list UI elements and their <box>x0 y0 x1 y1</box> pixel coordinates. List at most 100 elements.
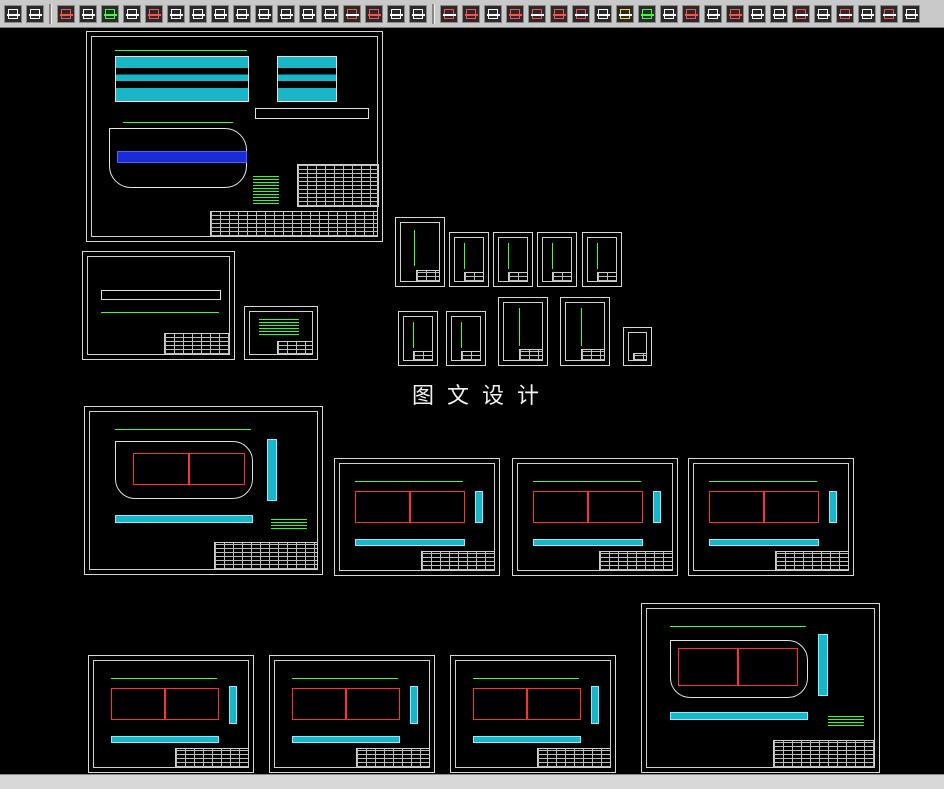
title-block <box>464 272 484 282</box>
part-sheet-a2[interactable] <box>449 232 489 287</box>
title-block <box>552 272 572 282</box>
technical-notes <box>271 517 307 529</box>
part-sheet-a1[interactable] <box>395 217 445 287</box>
arrow-right-icon[interactable] <box>594 4 612 23</box>
rectangle-flag-icon[interactable] <box>462 4 480 23</box>
crop-icon[interactable] <box>770 4 788 23</box>
part-sheet-b2[interactable] <box>446 311 486 366</box>
grid-icon[interactable] <box>299 4 317 23</box>
dimension-line <box>413 322 414 348</box>
title-block <box>277 341 313 355</box>
title-block <box>356 748 430 768</box>
plate-sheet-r2-2[interactable] <box>512 458 678 576</box>
part-sheet-b5[interactable] <box>623 327 652 366</box>
red-cavity-outline <box>678 648 798 686</box>
list-icon[interactable] <box>167 4 185 23</box>
zigzag-icon[interactable] <box>572 4 590 23</box>
part-sheet-a3[interactable] <box>493 232 533 287</box>
vertical-split-icon[interactable] <box>836 4 854 23</box>
plate-sheet-large-2[interactable] <box>641 603 880 773</box>
table-tool-icon[interactable] <box>4 4 22 23</box>
cross-axis-icon[interactable] <box>440 4 458 23</box>
title-block <box>210 211 378 237</box>
list-flag-icon[interactable] <box>638 4 656 23</box>
dimension-line <box>581 308 582 346</box>
red-cavity-outline <box>355 491 465 523</box>
triangle-icon[interactable] <box>660 4 678 23</box>
chevron-up-icon[interactable] <box>682 4 700 23</box>
bar-graph-icon[interactable] <box>550 4 568 23</box>
part-sheet-b4[interactable] <box>560 297 610 366</box>
wave-line-icon[interactable] <box>528 4 546 23</box>
cad-toolbar <box>0 0 944 28</box>
slash-icon[interactable] <box>726 4 744 23</box>
linear-dimension-icon[interactable] <box>123 4 141 23</box>
plate-sheet-r2-1[interactable] <box>334 458 500 576</box>
plate-bottom-section <box>111 736 219 743</box>
strip-layout-sheet[interactable] <box>82 251 235 360</box>
diagonal-cut-icon[interactable] <box>858 4 876 23</box>
diagonal-arrow-icon[interactable] <box>484 4 502 23</box>
plate-side-view <box>818 634 828 696</box>
part-sheet-a4[interactable] <box>537 232 577 287</box>
part-sheet-a5[interactable] <box>582 232 622 287</box>
column-icon[interactable] <box>233 4 251 23</box>
assembly-drawing-sheet[interactable] <box>86 31 383 242</box>
plate-sheet-large-1[interactable] <box>84 406 323 575</box>
dimension-style-icon[interactable] <box>79 4 97 23</box>
section-icon[interactable] <box>277 4 295 23</box>
title-block <box>775 551 849 571</box>
drawing-canvas[interactable]: 图文设计 <box>0 29 944 774</box>
dimension-line <box>292 678 398 679</box>
hatch-pattern-icon[interactable] <box>57 4 75 23</box>
plate-bottom-section <box>473 736 581 743</box>
plate-side-view <box>653 491 661 523</box>
plate-bottom-section <box>533 539 643 546</box>
toolbar-separator <box>432 3 435 24</box>
small-notes-sheet[interactable] <box>244 306 318 360</box>
plate-side-view <box>267 439 277 501</box>
title-block <box>416 270 440 282</box>
chevron-diagonal-icon[interactable] <box>506 4 524 23</box>
dimension-line <box>101 312 219 313</box>
corner-icon[interactable] <box>880 4 898 23</box>
frame-icon[interactable] <box>211 4 229 23</box>
angle-icon[interactable] <box>748 4 766 23</box>
dimension-line <box>508 243 509 269</box>
dimension-line <box>464 243 465 269</box>
technical-notes <box>259 319 299 335</box>
fork-icon[interactable] <box>189 4 207 23</box>
plate-sheet-r3-2[interactable] <box>269 655 435 773</box>
fork-down-icon[interactable] <box>387 4 405 23</box>
dimension-line <box>519 308 520 346</box>
dimension-line <box>461 322 462 348</box>
circle-mark-icon[interactable] <box>145 4 163 23</box>
plate-sheet-r2-3[interactable] <box>688 458 854 576</box>
part-sheet-b3[interactable] <box>498 297 548 366</box>
rotate-icon[interactable] <box>792 4 810 23</box>
title-block <box>519 349 543 361</box>
plate-side-view <box>829 491 837 523</box>
text-style-icon[interactable] <box>26 4 44 23</box>
technical-notes <box>253 174 279 204</box>
extend-icon[interactable] <box>902 4 920 23</box>
bracket-icon[interactable] <box>409 4 427 23</box>
plate-side-view <box>475 491 483 523</box>
plate-sheet-r3-3[interactable] <box>450 655 616 773</box>
split-icon[interactable] <box>321 4 339 23</box>
layer-icon[interactable] <box>101 4 119 23</box>
target-icon[interactable] <box>365 4 383 23</box>
stairs-icon[interactable] <box>616 4 634 23</box>
watermark-text: 图文设计 <box>412 384 553 409</box>
red-cavity-outline <box>292 688 400 720</box>
gear-symbol-icon[interactable] <box>343 4 361 23</box>
red-cavity-outline <box>709 491 819 523</box>
diagonal-tool-icon[interactable] <box>255 4 273 23</box>
plate-sheet-r3-1[interactable] <box>88 655 254 773</box>
die-side-view <box>277 56 337 102</box>
part-sheet-b1[interactable] <box>398 311 438 366</box>
plate-bottom-section <box>292 736 400 743</box>
diagonal-lines-icon[interactable] <box>704 4 722 23</box>
title-block <box>164 333 230 355</box>
mirror-icon[interactable] <box>814 4 832 23</box>
